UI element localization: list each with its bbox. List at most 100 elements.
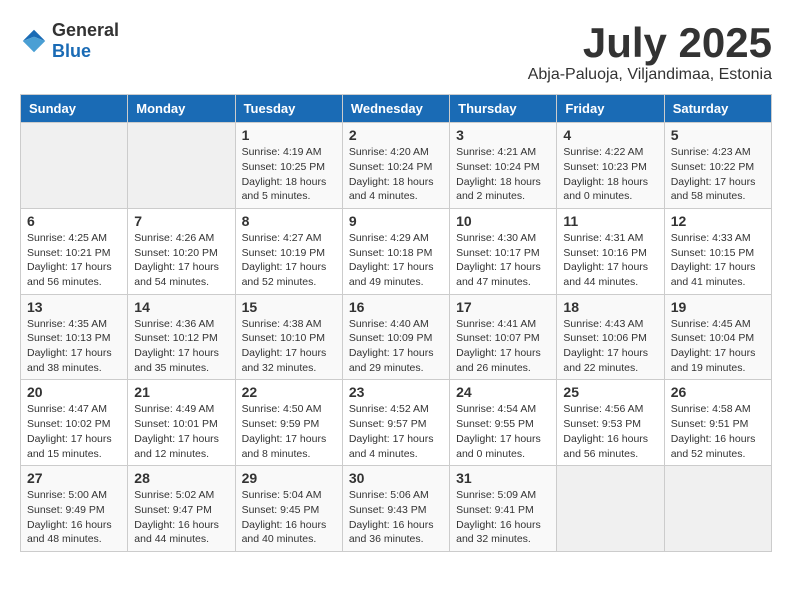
day-info: Sunrise: 4:26 AM Sunset: 10:20 PM Daylig… xyxy=(134,231,228,290)
calendar-cell: 3 Sunrise: 4:21 AM Sunset: 10:24 PM Dayli… xyxy=(450,123,557,209)
title-block: July 2025 Abja-Paluoja, Viljandimaa, Est… xyxy=(528,20,772,84)
day-info: Sunrise: 4:35 AM Sunset: 10:13 PM Daylig… xyxy=(27,317,121,376)
month-title: July 2025 xyxy=(528,20,772,66)
calendar-week-row: 13 Sunrise: 4:35 AM Sunset: 10:13 PM Dayl… xyxy=(21,294,772,380)
calendar-cell: 10 Sunrise: 4:30 AM Sunset: 10:17 PM Dayl… xyxy=(450,208,557,294)
calendar-cell: 25 Sunrise: 4:56 AM Sunset: 9:53 PM Dayli… xyxy=(557,380,664,466)
calendar-cell: 16 Sunrise: 4:40 AM Sunset: 10:09 PM Dayl… xyxy=(342,294,449,380)
calendar-cell: 21Sunrise: 4:49 AM Sunset: 10:01 PM Dayl… xyxy=(128,380,235,466)
day-info: Sunrise: 4:56 AM Sunset: 9:53 PM Dayligh… xyxy=(563,402,657,461)
day-number: 18 xyxy=(563,299,657,315)
calendar-cell: 12Sunrise: 4:33 AM Sunset: 10:15 PM Dayl… xyxy=(664,208,771,294)
calendar-cell xyxy=(21,123,128,209)
logo-general-text: General xyxy=(52,20,119,41)
calendar-cell: 22Sunrise: 4:50 AM Sunset: 9:59 PM Dayli… xyxy=(235,380,342,466)
calendar-cell xyxy=(664,466,771,552)
calendar-cell: 30 Sunrise: 5:06 AM Sunset: 9:43 PM Dayli… xyxy=(342,466,449,552)
weekday-header: Wednesday xyxy=(342,95,449,123)
day-number: 9 xyxy=(349,213,443,229)
day-number: 16 xyxy=(349,299,443,315)
day-number: 25 xyxy=(563,384,657,400)
calendar-cell: 26Sunrise: 4:58 AM Sunset: 9:51 PM Dayli… xyxy=(664,380,771,466)
day-info: Sunrise: 4:45 AM Sunset: 10:04 PM Daylig… xyxy=(671,317,765,376)
day-number: 6 xyxy=(27,213,121,229)
day-number: 22 xyxy=(242,384,336,400)
logo-blue-text: Blue xyxy=(52,41,119,62)
day-info: Sunrise: 4:40 AM Sunset: 10:09 PM Daylig… xyxy=(349,317,443,376)
day-number: 14 xyxy=(134,299,228,315)
weekday-header: Friday xyxy=(557,95,664,123)
day-number: 5 xyxy=(671,127,765,143)
day-number: 20 xyxy=(27,384,121,400)
weekday-header-row: SundayMondayTuesdayWednesdayThursdayFrid… xyxy=(21,95,772,123)
day-number: 21 xyxy=(134,384,228,400)
calendar-cell: 6 Sunrise: 4:25 AM Sunset: 10:21 PM Dayli… xyxy=(21,208,128,294)
calendar-week-row: 27Sunrise: 5:00 AM Sunset: 9:49 PM Dayli… xyxy=(21,466,772,552)
day-number: 29 xyxy=(242,470,336,486)
calendar-cell: 8 Sunrise: 4:27 AM Sunset: 10:19 PM Dayli… xyxy=(235,208,342,294)
day-info: Sunrise: 4:23 AM Sunset: 10:22 PM Daylig… xyxy=(671,145,765,204)
day-number: 13 xyxy=(27,299,121,315)
page-header: General Blue July 2025 Abja-Paluoja, Vil… xyxy=(20,20,772,84)
logo-icon xyxy=(20,27,48,55)
day-number: 7 xyxy=(134,213,228,229)
calendar-cell: 5 Sunrise: 4:23 AM Sunset: 10:22 PM Dayli… xyxy=(664,123,771,209)
day-info: Sunrise: 4:27 AM Sunset: 10:19 PM Daylig… xyxy=(242,231,336,290)
weekday-header: Saturday xyxy=(664,95,771,123)
calendar-cell: 19 Sunrise: 4:45 AM Sunset: 10:04 PM Dayl… xyxy=(664,294,771,380)
day-info: Sunrise: 4:31 AM Sunset: 10:16 PM Daylig… xyxy=(563,231,657,290)
calendar-cell: 9 Sunrise: 4:29 AM Sunset: 10:18 PM Dayli… xyxy=(342,208,449,294)
location: Abja-Paluoja, Viljandimaa, Estonia xyxy=(528,66,772,84)
day-info: Sunrise: 4:21 AM Sunset: 10:24 PM Daylig… xyxy=(456,145,550,204)
calendar-cell: 27Sunrise: 5:00 AM Sunset: 9:49 PM Dayli… xyxy=(21,466,128,552)
day-info: Sunrise: 5:09 AM Sunset: 9:41 PM Dayligh… xyxy=(456,488,550,547)
day-number: 17 xyxy=(456,299,550,315)
calendar-week-row: 1 Sunrise: 4:19 AM Sunset: 10:25 PM Dayli… xyxy=(21,123,772,209)
calendar-cell: 2 Sunrise: 4:20 AM Sunset: 10:24 PM Dayli… xyxy=(342,123,449,209)
calendar-cell: 14 Sunrise: 4:36 AM Sunset: 10:12 PM Dayl… xyxy=(128,294,235,380)
calendar-cell: 31Sunrise: 5:09 AM Sunset: 9:41 PM Dayli… xyxy=(450,466,557,552)
day-info: Sunrise: 4:33 AM Sunset: 10:15 PM Daylig… xyxy=(671,231,765,290)
day-number: 3 xyxy=(456,127,550,143)
day-number: 11 xyxy=(563,213,657,229)
day-info: Sunrise: 4:22 AM Sunset: 10:23 PM Daylig… xyxy=(563,145,657,204)
calendar-cell: 17Sunrise: 4:41 AM Sunset: 10:07 PM Dayl… xyxy=(450,294,557,380)
day-number: 27 xyxy=(27,470,121,486)
day-number: 8 xyxy=(242,213,336,229)
day-info: Sunrise: 4:19 AM Sunset: 10:25 PM Daylig… xyxy=(242,145,336,204)
calendar-cell: 4 Sunrise: 4:22 AM Sunset: 10:23 PM Dayli… xyxy=(557,123,664,209)
day-info: Sunrise: 4:43 AM Sunset: 10:06 PM Daylig… xyxy=(563,317,657,376)
day-number: 1 xyxy=(242,127,336,143)
calendar-cell xyxy=(557,466,664,552)
day-info: Sunrise: 4:54 AM Sunset: 9:55 PM Dayligh… xyxy=(456,402,550,461)
weekday-header: Thursday xyxy=(450,95,557,123)
day-number: 10 xyxy=(456,213,550,229)
calendar-table: SundayMondayTuesdayWednesdayThursdayFrid… xyxy=(20,94,772,552)
day-info: Sunrise: 4:25 AM Sunset: 10:21 PM Daylig… xyxy=(27,231,121,290)
day-info: Sunrise: 4:20 AM Sunset: 10:24 PM Daylig… xyxy=(349,145,443,204)
calendar-week-row: 20 Sunrise: 4:47 AM Sunset: 10:02 PM Dayl… xyxy=(21,380,772,466)
calendar-cell: 20 Sunrise: 4:47 AM Sunset: 10:02 PM Dayl… xyxy=(21,380,128,466)
day-number: 4 xyxy=(563,127,657,143)
day-info: Sunrise: 4:47 AM Sunset: 10:02 PM Daylig… xyxy=(27,402,121,461)
weekday-header: Monday xyxy=(128,95,235,123)
day-info: Sunrise: 4:52 AM Sunset: 9:57 PM Dayligh… xyxy=(349,402,443,461)
day-number: 15 xyxy=(242,299,336,315)
calendar-cell: 18 Sunrise: 4:43 AM Sunset: 10:06 PM Dayl… xyxy=(557,294,664,380)
day-info: Sunrise: 4:29 AM Sunset: 10:18 PM Daylig… xyxy=(349,231,443,290)
calendar-cell: 29Sunrise: 5:04 AM Sunset: 9:45 PM Dayli… xyxy=(235,466,342,552)
day-number: 2 xyxy=(349,127,443,143)
day-info: Sunrise: 4:38 AM Sunset: 10:10 PM Daylig… xyxy=(242,317,336,376)
day-info: Sunrise: 5:06 AM Sunset: 9:43 PM Dayligh… xyxy=(349,488,443,547)
weekday-header: Sunday xyxy=(21,95,128,123)
day-number: 19 xyxy=(671,299,765,315)
day-number: 30 xyxy=(349,470,443,486)
day-number: 24 xyxy=(456,384,550,400)
calendar-week-row: 6 Sunrise: 4:25 AM Sunset: 10:21 PM Dayli… xyxy=(21,208,772,294)
calendar-cell: 13 Sunrise: 4:35 AM Sunset: 10:13 PM Dayl… xyxy=(21,294,128,380)
day-info: Sunrise: 4:30 AM Sunset: 10:17 PM Daylig… xyxy=(456,231,550,290)
day-info: Sunrise: 4:36 AM Sunset: 10:12 PM Daylig… xyxy=(134,317,228,376)
day-info: Sunrise: 4:58 AM Sunset: 9:51 PM Dayligh… xyxy=(671,402,765,461)
calendar-cell: 1 Sunrise: 4:19 AM Sunset: 10:25 PM Dayli… xyxy=(235,123,342,209)
day-info: Sunrise: 5:02 AM Sunset: 9:47 PM Dayligh… xyxy=(134,488,228,547)
